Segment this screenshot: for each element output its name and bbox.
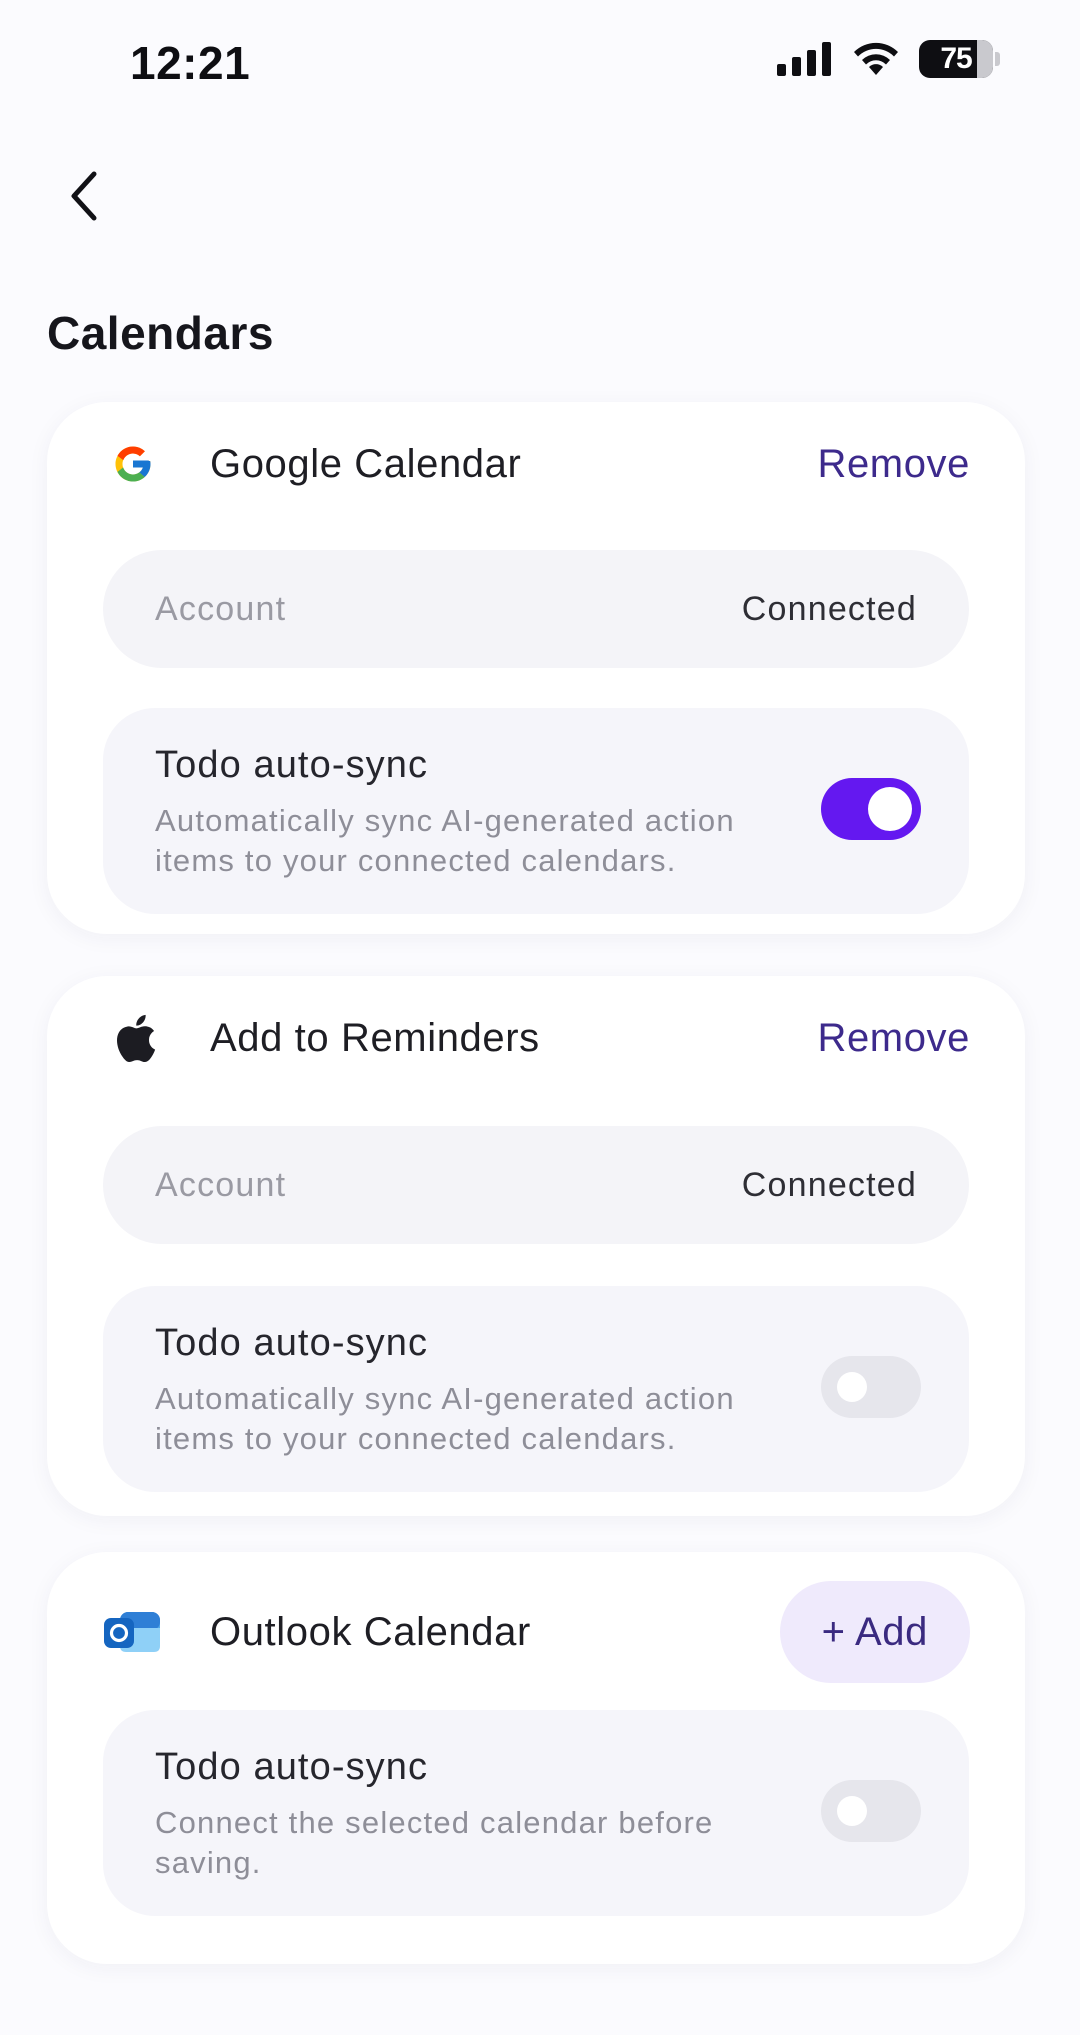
remove-button[interactable]: Remove (817, 1016, 970, 1061)
toggle-knob (837, 1796, 867, 1826)
status-bar: 12:21 75 (0, 0, 1080, 120)
account-label: Account (155, 589, 287, 628)
account-row: Account Connected (103, 550, 969, 668)
apple-logo-icon (102, 1007, 164, 1069)
account-status: Connected (741, 1165, 917, 1204)
sync-description: Connect the selected calendar before sav… (155, 1805, 714, 1880)
todo-sync-toggle[interactable] (821, 778, 921, 840)
reminders-card: Add to Reminders Remove Account Connecte… (47, 976, 1025, 1516)
sync-title: Todo auto-sync (155, 1746, 429, 1788)
calendars-screen: 12:21 75 Calendars Google Calendar Remov… (0, 0, 1080, 2035)
card-header: Add to Reminders Remove (102, 976, 970, 1100)
card-header: Outlook Calendar + Add (102, 1552, 970, 1712)
todo-sync-toggle[interactable] (821, 1356, 921, 1418)
card-title: Google Calendar (210, 441, 522, 486)
remove-button[interactable]: Remove (817, 442, 970, 487)
back-button[interactable] (52, 160, 116, 232)
add-calendar-button[interactable]: + Add (779, 1581, 970, 1683)
sync-description: Automatically sync AI-generated action i… (155, 803, 735, 878)
outlook-calendar-card: Outlook Calendar + Add Todo auto-sync Co… (47, 1552, 1025, 1964)
page-title: Calendars (47, 307, 274, 359)
chevron-left-icon (71, 171, 97, 221)
status-time: 12:21 (130, 37, 251, 89)
sync-title: Todo auto-sync (155, 744, 429, 786)
battery-icon: 75 (919, 40, 993, 78)
sync-description: Automatically sync AI-generated action i… (155, 1381, 735, 1456)
battery-cap (995, 52, 1000, 66)
todo-sync-panel: Todo auto-sync Automatically sync AI-gen… (103, 708, 969, 914)
account-row: Account Connected (103, 1126, 969, 1244)
sync-title: Todo auto-sync (155, 1322, 429, 1364)
cellular-signal-icon (777, 42, 831, 76)
status-icons: 75 (777, 40, 1000, 78)
wifi-icon (854, 42, 898, 75)
battery-level: 75 (940, 42, 972, 75)
todo-sync-panel: Todo auto-sync Automatically sync AI-gen… (103, 1286, 969, 1492)
todo-sync-toggle[interactable] (821, 1780, 921, 1842)
todo-sync-panel: Todo auto-sync Connect the selected cale… (103, 1710, 969, 1916)
account-label: Account (155, 1165, 287, 1204)
google-calendar-card: Google Calendar Remove Account Connected… (47, 402, 1025, 934)
card-title: Outlook Calendar (210, 1609, 531, 1654)
card-title: Add to Reminders (210, 1015, 540, 1060)
toggle-knob (837, 1372, 867, 1402)
outlook-logo-icon (102, 1601, 164, 1663)
account-status: Connected (741, 589, 917, 628)
toggle-knob (868, 787, 912, 831)
card-header: Google Calendar Remove (102, 402, 970, 526)
google-logo-icon (102, 433, 164, 495)
